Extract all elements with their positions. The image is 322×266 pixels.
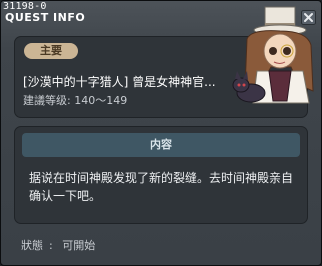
recommended-level: 建議等级: 140～149 bbox=[23, 92, 127, 108]
level-range: 140～149 bbox=[74, 94, 128, 107]
level-label: 建議等级 bbox=[23, 94, 67, 107]
content-header: 内容 bbox=[22, 133, 300, 157]
npc-portrait bbox=[232, 6, 314, 104]
quest-status: 狀態: 可開始 bbox=[21, 237, 101, 253]
quest-type-badge: 主要 bbox=[24, 43, 78, 59]
status-value: 可開始 bbox=[62, 239, 96, 252]
quest-name: [沙漠中的十字猎人] 曾是女神神官... bbox=[23, 75, 216, 89]
status-colon: : bbox=[49, 239, 53, 252]
level-colon: : bbox=[67, 94, 71, 107]
quest-info-window: 31198-0 QUEST INFO 主要 [沙漠中的十字猎人] 曾是女神神官.… bbox=[0, 0, 322, 266]
status-label: 狀態 bbox=[21, 239, 43, 252]
quest-description: 据说在时间神殿发现了新的裂缝。去时间神殿亲自确认一下吧。 bbox=[29, 171, 294, 203]
window-title: QUEST INFO bbox=[5, 11, 86, 24]
